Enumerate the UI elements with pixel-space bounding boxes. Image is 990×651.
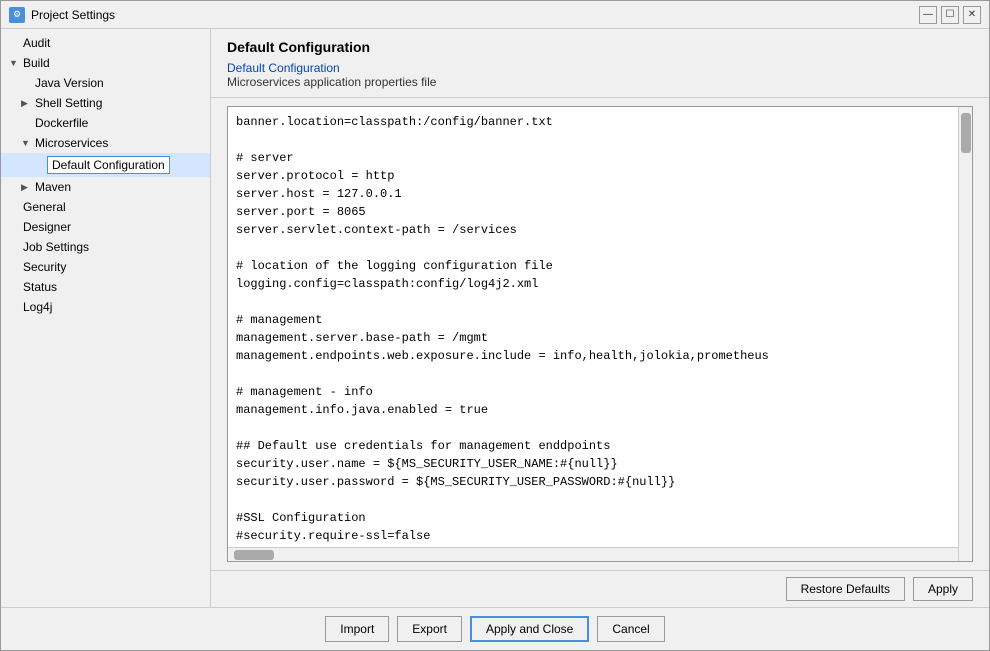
expand-icon-maven: ▶ bbox=[21, 182, 31, 193]
sidebar-label-maven: Maven bbox=[35, 180, 71, 194]
import-button[interactable]: Import bbox=[325, 616, 389, 642]
title-bar-left: ⚙ Project Settings bbox=[9, 7, 115, 23]
sidebar-item-shell-setting[interactable]: ▶ Shell Setting bbox=[1, 93, 210, 113]
sidebar-label-security: Security bbox=[23, 260, 66, 274]
sidebar-item-audit[interactable]: Audit bbox=[1, 33, 210, 53]
window-title: Project Settings bbox=[31, 8, 115, 22]
editor-wrapper: banner.location=classpath:/config/banner… bbox=[228, 107, 972, 561]
sidebar-label-java-version: Java Version bbox=[35, 76, 104, 90]
window-controls: — ☐ ✕ bbox=[919, 6, 981, 24]
sidebar-item-default-configuration[interactable]: Default Configuration bbox=[1, 153, 210, 177]
sidebar-label-dockerfile: Dockerfile bbox=[35, 116, 88, 130]
main-subheader1: Default Configuration bbox=[227, 61, 973, 75]
vertical-scrollbar[interactable] bbox=[958, 107, 972, 561]
editor-container: banner.location=classpath:/config/banner… bbox=[227, 106, 973, 562]
expand-icon-microservices: ▼ bbox=[21, 138, 31, 148]
sidebar-label-default-configuration: Default Configuration bbox=[47, 156, 170, 174]
sidebar-label-job-settings: Job Settings bbox=[23, 240, 89, 254]
sidebar-label-designer: Designer bbox=[23, 220, 71, 234]
sidebar-item-security[interactable]: Security bbox=[1, 257, 210, 277]
project-settings-window: ⚙ Project Settings — ☐ ✕ Audit ▼ Build Java… bbox=[0, 0, 990, 651]
maximize-button[interactable]: ☐ bbox=[941, 6, 959, 24]
sidebar-label-microservices: Microservices bbox=[35, 136, 108, 150]
export-button[interactable]: Export bbox=[397, 616, 462, 642]
footer-buttons: Import Export Apply and Close Cancel bbox=[1, 607, 989, 650]
editor-content[interactable]: banner.location=classpath:/config/banner… bbox=[236, 113, 950, 547]
horizontal-scrollbar[interactable] bbox=[228, 547, 958, 561]
sidebar-item-dockerfile[interactable]: Dockerfile bbox=[1, 113, 210, 133]
apply-and-close-button[interactable]: Apply and Close bbox=[470, 616, 589, 642]
sidebar-item-java-version[interactable]: Java Version bbox=[1, 73, 210, 93]
expand-icon-shell-setting: ▶ bbox=[21, 98, 31, 109]
close-button[interactable]: ✕ bbox=[963, 6, 981, 24]
apply-button[interactable]: Apply bbox=[913, 577, 973, 601]
editor-main: banner.location=classpath:/config/banner… bbox=[228, 107, 958, 561]
sidebar-label-shell-setting: Shell Setting bbox=[35, 96, 102, 110]
sidebar-label-log4j: Log4j bbox=[23, 300, 52, 314]
sidebar-item-designer[interactable]: Designer bbox=[1, 217, 210, 237]
sidebar-label-general: General bbox=[23, 200, 66, 214]
v-scroll-thumb[interactable] bbox=[961, 113, 971, 153]
sidebar-label-build: Build bbox=[23, 56, 50, 70]
sidebar-label-status: Status bbox=[23, 280, 57, 294]
sidebar: Audit ▼ Build Java Version ▶ Shell Setting Doc… bbox=[1, 29, 211, 607]
minimize-button[interactable]: — bbox=[919, 6, 937, 24]
main-subheader2: Microservices application properties fil… bbox=[227, 75, 973, 89]
sidebar-item-build[interactable]: ▼ Build bbox=[1, 53, 210, 73]
editor-scroll[interactable]: banner.location=classpath:/config/banner… bbox=[228, 107, 958, 547]
sidebar-item-log4j[interactable]: Log4j bbox=[1, 297, 210, 317]
main-header-title: Default Configuration bbox=[227, 39, 973, 55]
h-scroll-thumb[interactable] bbox=[234, 550, 274, 560]
title-bar: ⚙ Project Settings — ☐ ✕ bbox=[1, 1, 989, 29]
sidebar-item-status[interactable]: Status bbox=[1, 277, 210, 297]
bottom-buttons: Restore Defaults Apply bbox=[211, 570, 989, 607]
sidebar-label-audit: Audit bbox=[23, 36, 50, 50]
expand-icon-build: ▼ bbox=[9, 58, 19, 68]
main-header: Default Configuration Default Configurat… bbox=[211, 29, 989, 98]
content-area: Audit ▼ Build Java Version ▶ Shell Setting Doc… bbox=[1, 29, 989, 607]
sidebar-item-general[interactable]: General bbox=[1, 197, 210, 217]
cancel-button[interactable]: Cancel bbox=[597, 616, 664, 642]
sidebar-item-maven[interactable]: ▶ Maven bbox=[1, 177, 210, 197]
sidebar-item-microservices[interactable]: ▼ Microservices bbox=[1, 133, 210, 153]
restore-defaults-button[interactable]: Restore Defaults bbox=[786, 577, 905, 601]
window-icon: ⚙ bbox=[9, 7, 25, 23]
sidebar-item-job-settings[interactable]: Job Settings bbox=[1, 237, 210, 257]
main-panel: Default Configuration Default Configurat… bbox=[211, 29, 989, 607]
